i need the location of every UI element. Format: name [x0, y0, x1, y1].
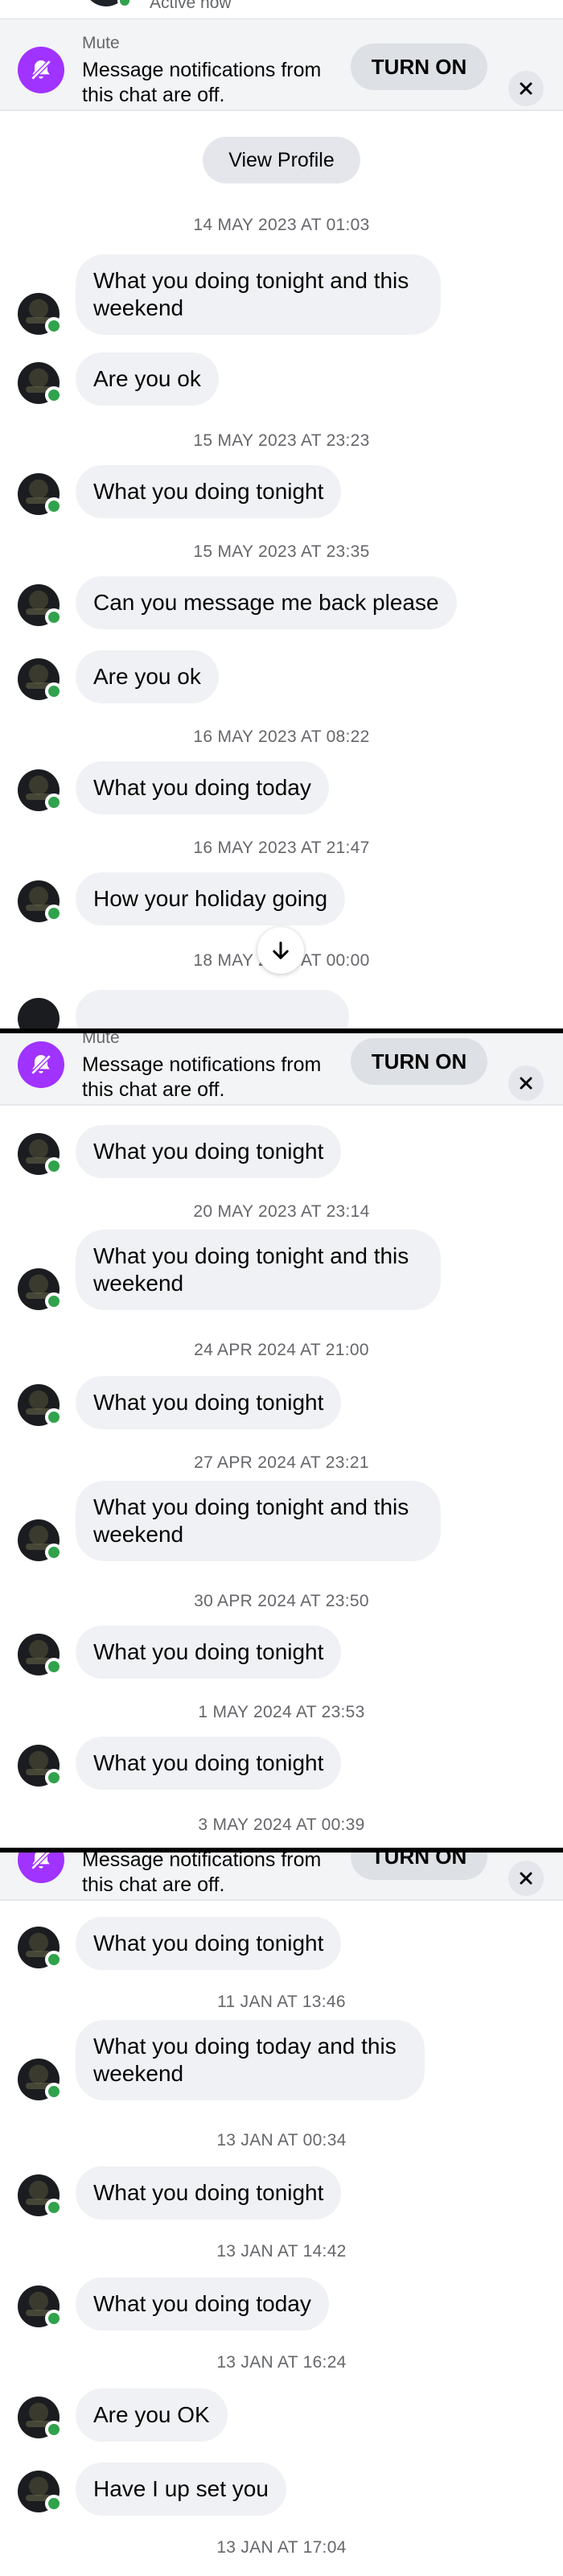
contact-status: Active now	[150, 0, 232, 12]
mute-description: Message notifications from this chat are…	[82, 1053, 322, 1101]
close-icon[interactable]	[508, 1861, 544, 1896]
online-indicator	[45, 1544, 63, 1561]
close-icon[interactable]	[508, 1065, 544, 1101]
online-indicator	[45, 317, 63, 335]
timestamp: 16 MAY 2023 AT 08:22	[193, 727, 370, 746]
online-indicator	[45, 386, 63, 404]
online-indicator	[45, 1408, 63, 1426]
timestamp: 13 JAN AT 00:34	[216, 2131, 347, 2149]
turn-on-button[interactable]: TURN ON	[351, 1038, 487, 1085]
message-bubble[interactable]: Are you ok	[76, 352, 219, 406]
timestamp: 24 APR 2024 AT 21:00	[194, 1341, 369, 1359]
bell-slash-icon	[18, 1041, 64, 1088]
message-bubble[interactable]: Have I up set you	[76, 2463, 286, 2516]
message-bubble[interactable]: Can you message me back please	[76, 576, 457, 629]
online-indicator	[45, 905, 63, 922]
timestamp: 11 JAN AT 13:46	[217, 1993, 346, 2011]
timestamp: 14 MAY 2023 AT 01:03	[193, 216, 370, 234]
message-bubble[interactable]: What you doing tonight	[76, 2166, 342, 2219]
mute-banner: Mute Message notifications from this cha…	[0, 1033, 563, 1106]
online-indicator	[45, 497, 63, 515]
message-bubble[interactable]: What you doing today	[76, 761, 329, 814]
timestamp: 20 MAY 2023 AT 23:14	[193, 1202, 370, 1221]
message-bubble[interactable]: What you doing tonight and this weekend	[76, 254, 441, 335]
message-bubble[interactable]: What you doing tonight and this weekend	[76, 1230, 441, 1310]
timestamp: 15 MAY 2023 AT 23:35	[193, 542, 370, 561]
turn-on-button[interactable]: TURN ON	[351, 1853, 487, 1880]
bell-slash-icon	[18, 1853, 64, 1883]
mute-banner: Mute Message notifications from this cha…	[0, 1853, 563, 1901]
chat-screenshot-1: Active now Mute Message notifications fr…	[0, 0, 563, 1028]
message-bubble[interactable]: What you doing tonight	[76, 1626, 342, 1679]
online-indicator	[117, 0, 132, 8]
online-indicator	[45, 1292, 63, 1310]
message-bubble[interactable]: What you doing tonight and this weekend	[76, 1481, 441, 1561]
view-profile-button[interactable]: View Profile	[203, 137, 360, 183]
mute-title: Mute	[82, 34, 120, 52]
message-bubble[interactable]: What you doing tonight	[76, 1125, 342, 1178]
online-indicator	[45, 2199, 63, 2216]
timestamp: 13 JAN AT 16:24	[216, 2353, 347, 2372]
timestamp: 16 MAY 2023 AT 21:47	[193, 839, 370, 857]
timestamp: 15 MAY 2023 AT 23:23	[193, 431, 370, 450]
online-indicator	[45, 1951, 63, 1968]
online-indicator	[45, 2310, 63, 2327]
turn-on-button[interactable]: TURN ON	[351, 43, 487, 90]
mute-title: Mute	[82, 1033, 120, 1047]
online-indicator	[45, 682, 63, 700]
bell-slash-icon	[18, 47, 64, 93]
online-indicator	[45, 793, 63, 811]
close-icon[interactable]	[508, 71, 544, 106]
mute-banner: Mute Message notifications from this cha…	[0, 19, 563, 111]
sender-avatar	[18, 998, 60, 1028]
message-bubble[interactable]: What you doing today	[76, 2277, 329, 2331]
message-bubble[interactable]: What you doing tonight	[76, 1737, 342, 1790]
chat-header: Active now	[0, 0, 563, 19]
timestamp: 13 JAN AT 14:42	[216, 2242, 347, 2261]
chat-screenshot-3: Mute Message notifications from this cha…	[0, 1853, 563, 2576]
mute-description: Message notifications from this chat are…	[82, 59, 322, 106]
message-bubble[interactable]: Are you ok	[76, 650, 219, 703]
message-bubble[interactable]: Are you OK	[76, 2388, 228, 2442]
chat-screenshot-2: Mute Message notifications from this cha…	[0, 1033, 563, 1848]
arrow-down-icon[interactable]	[257, 927, 304, 974]
message-bubble[interactable]: What you doing today and this weekend	[76, 2020, 425, 2100]
timestamp: 1 MAY 2024 AT 23:53	[198, 1703, 365, 1721]
online-indicator	[45, 2495, 63, 2512]
timestamp: 3 MAY 2024 AT 00:39	[198, 1816, 365, 1834]
mute-description: Message notifications from this chat are…	[82, 1853, 322, 1896]
timestamp: 30 APR 2024 AT 23:50	[194, 1592, 369, 1610]
online-indicator	[45, 2083, 63, 2100]
timestamp: 13 JAN AT 17:04	[216, 2538, 347, 2557]
online-indicator	[45, 1769, 63, 1787]
online-indicator	[45, 1658, 63, 1675]
message-bubble[interactable]: What you doing tonight	[76, 465, 342, 518]
message-bubble[interactable]: How your holiday going	[76, 872, 346, 925]
message-bubble	[76, 990, 349, 1028]
online-indicator	[45, 2421, 63, 2438]
timestamp: 27 APR 2024 AT 23:21	[194, 1453, 369, 1472]
message-bubble[interactable]: What you doing tonight	[76, 1376, 342, 1429]
online-indicator	[45, 608, 63, 626]
online-indicator	[45, 1157, 63, 1175]
message-bubble[interactable]: What you doing tonight	[76, 1917, 342, 1970]
